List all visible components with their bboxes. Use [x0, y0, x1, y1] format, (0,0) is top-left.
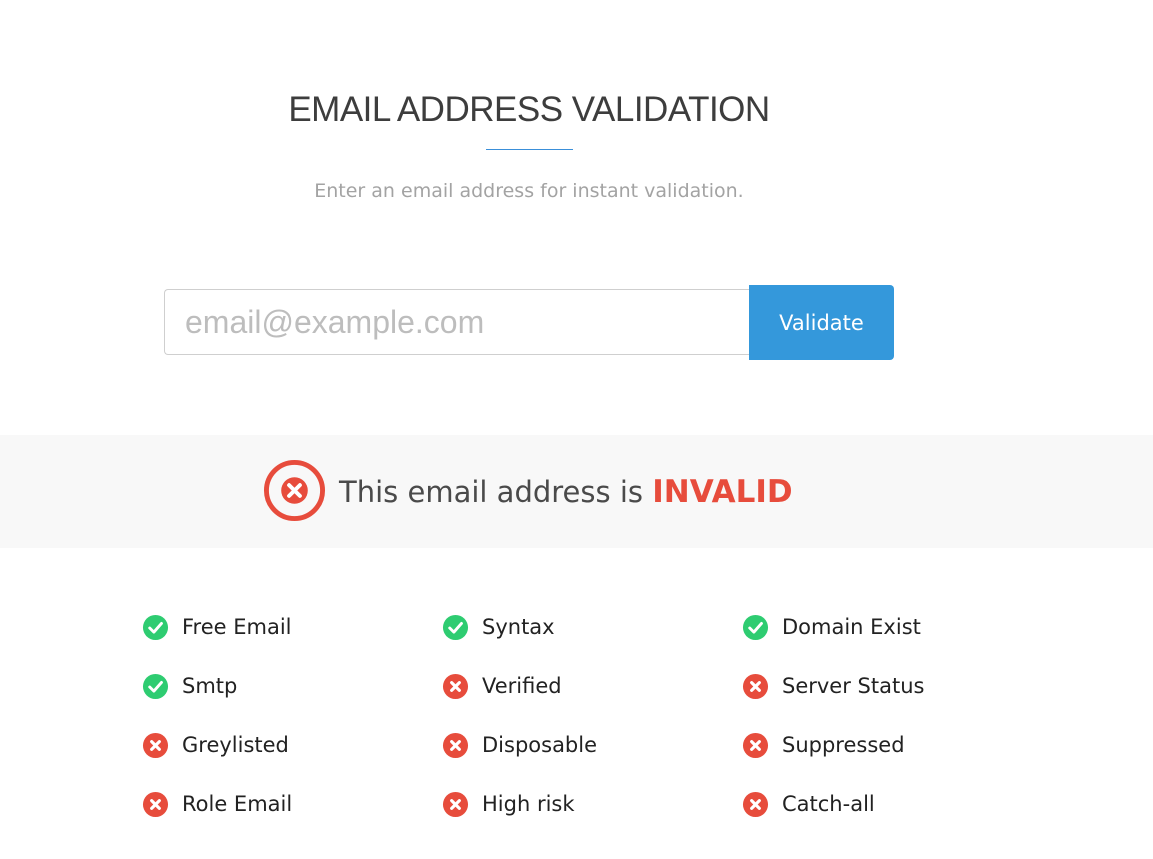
result-prefix: This email address is	[339, 475, 653, 509]
check-item-free-email: Free Email	[142, 612, 292, 642]
check-label: Greylisted	[182, 733, 289, 757]
x-circle-icon	[742, 732, 769, 758]
check-item-high-risk: High risk	[442, 789, 575, 819]
x-circle-icon	[442, 791, 469, 817]
check-label: Domain Exist	[782, 615, 921, 639]
check-label: High risk	[482, 792, 575, 816]
check-item-verified: Verified	[442, 671, 562, 701]
check-label: Verified	[482, 674, 562, 698]
x-circle-icon	[742, 673, 769, 699]
result-status: INVALID	[652, 474, 793, 510]
check-item-role-email: Role Email	[142, 789, 292, 819]
check-circle-icon	[442, 614, 469, 640]
check-item-domain-exist: Domain Exist	[742, 612, 921, 642]
x-circle-icon	[142, 791, 169, 817]
page-title: EMAIL ADDRESS VALIDATION	[288, 90, 770, 129]
check-item-smtp: Smtp	[142, 671, 237, 701]
check-circle-icon	[142, 673, 169, 699]
x-circle-icon	[142, 732, 169, 758]
check-label: Suppressed	[782, 733, 905, 757]
check-item-server-status: Server Status	[742, 671, 924, 701]
check-label: Server Status	[782, 674, 925, 698]
x-circle-icon	[742, 791, 769, 817]
check-item-syntax: Syntax	[442, 612, 555, 642]
check-item-disposable: Disposable	[442, 730, 597, 760]
x-circle-outline-icon	[263, 459, 326, 522]
check-label: Syntax	[482, 615, 555, 639]
x-circle-icon	[442, 673, 469, 699]
check-item-greylisted: Greylisted	[142, 730, 289, 760]
validate-button[interactable]: Validate	[749, 285, 894, 360]
check-label: Disposable	[482, 733, 598, 757]
check-label: Smtp	[182, 674, 238, 698]
email-input[interactable]	[164, 289, 750, 355]
check-label: Free Email	[182, 615, 292, 639]
check-circle-icon	[142, 614, 169, 640]
check-circle-icon	[742, 614, 769, 640]
check-label: Role Email	[182, 792, 293, 816]
title-divider	[486, 149, 573, 150]
result-message: This email address is INVALID	[339, 474, 793, 510]
check-label: Catch-all	[782, 792, 875, 816]
x-circle-icon	[442, 732, 469, 758]
check-item-catch-all: Catch-all	[742, 789, 875, 819]
check-item-suppressed: Suppressed	[742, 730, 905, 760]
page-subtitle: Enter an email address for instant valid…	[314, 180, 744, 202]
